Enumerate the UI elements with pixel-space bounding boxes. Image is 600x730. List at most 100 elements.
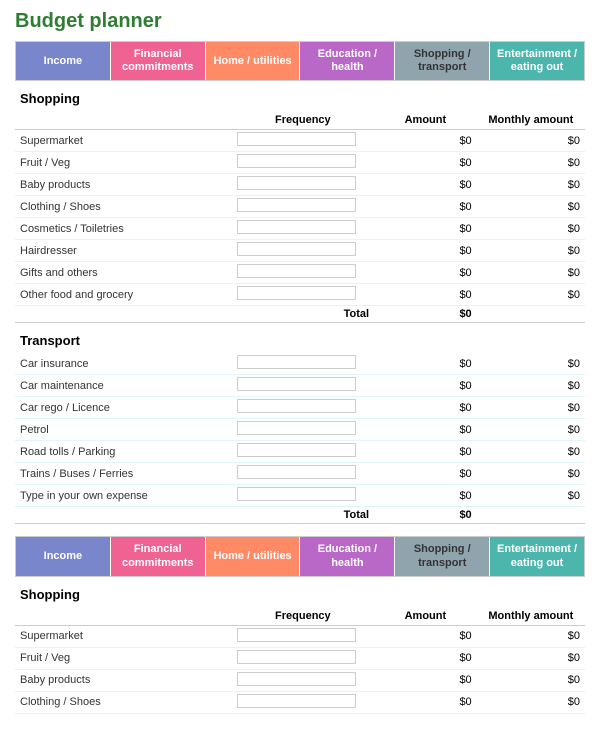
row-label: Trains / Buses / Ferries (15, 463, 232, 485)
table-row: Clothing / Shoes $0 $0 (15, 196, 585, 218)
row-freq[interactable] (232, 463, 375, 485)
row-label: Fruit / Veg (15, 647, 232, 669)
row-monthly: $0 (477, 691, 585, 713)
row-freq[interactable] (232, 441, 375, 463)
row-monthly: $0 (477, 218, 585, 240)
row-monthly: $0 (477, 375, 585, 397)
row-freq[interactable] (232, 691, 375, 713)
bottom-tab-shopping[interactable]: Shopping / transport (395, 537, 490, 575)
row-monthly: $0 (477, 152, 585, 174)
table-row: Road tolls / Parking $0 $0 (15, 441, 585, 463)
row-freq[interactable] (232, 397, 375, 419)
row-monthly: $0 (477, 284, 585, 306)
row-freq[interactable] (232, 262, 375, 284)
bottom-tab-home[interactable]: Home / utilities (206, 537, 301, 575)
bottom-tab-entertainment[interactable]: Entertainment / eating out (490, 537, 584, 575)
row-monthly: $0 (477, 174, 585, 196)
row-amount: $0 (374, 240, 477, 262)
shopping-section-2-title: Shopping (15, 587, 585, 602)
table-row: Supermarket $0 $0 (15, 130, 585, 152)
transport-section: Transport Car insurance $0 $0 Car mainte… (15, 333, 585, 524)
tab-income[interactable]: Income (16, 42, 111, 80)
bottom-tab-income[interactable]: Income (16, 537, 111, 575)
row-freq[interactable] (232, 625, 375, 647)
row-amount: $0 (374, 218, 477, 240)
frequency-header: Frequency (232, 111, 375, 130)
row-monthly: $0 (477, 669, 585, 691)
table-row: Fruit / Veg $0 $0 (15, 647, 585, 669)
row-amount: $0 (374, 485, 477, 507)
shopping-total-value: $0 (374, 306, 477, 323)
table-row: Clothing / Shoes $0 $0 (15, 691, 585, 713)
row-freq[interactable] (232, 647, 375, 669)
table-row: Other food and grocery $0 $0 (15, 284, 585, 306)
row-freq[interactable] (232, 152, 375, 174)
row-freq[interactable] (232, 669, 375, 691)
row-freq[interactable] (232, 284, 375, 306)
row-freq[interactable] (232, 485, 375, 507)
bottom-tab-financial[interactable]: Financial commitments (111, 537, 206, 575)
tab-entertainment[interactable]: Entertainment / eating out (490, 42, 584, 80)
page-title: Budget planner (15, 10, 585, 33)
shopping-total-row: Total $0 (15, 306, 585, 323)
row-monthly: $0 (477, 647, 585, 669)
row-amount: $0 (374, 441, 477, 463)
row-amount: $0 (374, 284, 477, 306)
table-row: Hairdresser $0 $0 (15, 240, 585, 262)
row-label: Cosmetics / Toiletries (15, 218, 232, 240)
row-freq[interactable] (232, 419, 375, 441)
row-label: Baby products (15, 669, 232, 691)
bottom-tab-education[interactable]: Education / health (300, 537, 395, 575)
row-freq[interactable] (232, 353, 375, 375)
row-amount: $0 (374, 647, 477, 669)
row-amount: $0 (374, 419, 477, 441)
row-freq[interactable] (232, 174, 375, 196)
row-monthly: $0 (477, 397, 585, 419)
row-monthly: $0 (477, 262, 585, 284)
row-monthly: $0 (477, 463, 585, 485)
shopping-section: Shopping Frequency Amount Monthly amount… (15, 91, 585, 323)
row-monthly: $0 (477, 196, 585, 218)
table-row: Car insurance $0 $0 (15, 353, 585, 375)
row-monthly: $0 (477, 485, 585, 507)
row-monthly: $0 (477, 240, 585, 262)
top-tab-bar: Income Financial commitments Home / util… (15, 41, 585, 81)
table-row: Supermarket $0 $0 (15, 625, 585, 647)
tab-education[interactable]: Education / health (300, 42, 395, 80)
row-amount: $0 (374, 669, 477, 691)
table-row: Trains / Buses / Ferries $0 $0 (15, 463, 585, 485)
row-label: Road tolls / Parking (15, 441, 232, 463)
transport-total-label: Total (15, 507, 374, 524)
empty-header (15, 111, 232, 130)
row-monthly: $0 (477, 441, 585, 463)
monthly-header-2: Monthly amount (477, 607, 585, 626)
row-freq[interactable] (232, 240, 375, 262)
shopping-section-2: Shopping Frequency Amount Monthly amount… (15, 587, 585, 714)
row-label: Clothing / Shoes (15, 196, 232, 218)
table-row: Type in your own expense $0 $0 (15, 485, 585, 507)
row-label: Fruit / Veg (15, 152, 232, 174)
row-label: Car rego / Licence (15, 397, 232, 419)
table-row: Fruit / Veg $0 $0 (15, 152, 585, 174)
row-label: Clothing / Shoes (15, 691, 232, 713)
shopping-table-2: Frequency Amount Monthly amount Supermar… (15, 607, 585, 714)
tab-financial[interactable]: Financial commitments (111, 42, 206, 80)
row-monthly: $0 (477, 625, 585, 647)
tab-shopping[interactable]: Shopping / transport (395, 42, 490, 80)
transport-total-row: Total $0 (15, 507, 585, 524)
row-amount: $0 (374, 463, 477, 485)
shopping-table: Frequency Amount Monthly amount Supermar… (15, 111, 585, 323)
row-freq[interactable] (232, 130, 375, 152)
transport-section-title: Transport (15, 333, 585, 348)
row-label: Gifts and others (15, 262, 232, 284)
row-freq[interactable] (232, 375, 375, 397)
tab-home[interactable]: Home / utilities (206, 42, 301, 80)
row-monthly: $0 (477, 353, 585, 375)
row-amount: $0 (374, 174, 477, 196)
row-freq[interactable] (232, 218, 375, 240)
row-label: Car insurance (15, 353, 232, 375)
row-label: Type in your own expense (15, 485, 232, 507)
transport-total-monthly (477, 507, 585, 524)
row-label: Supermarket (15, 130, 232, 152)
row-freq[interactable] (232, 196, 375, 218)
